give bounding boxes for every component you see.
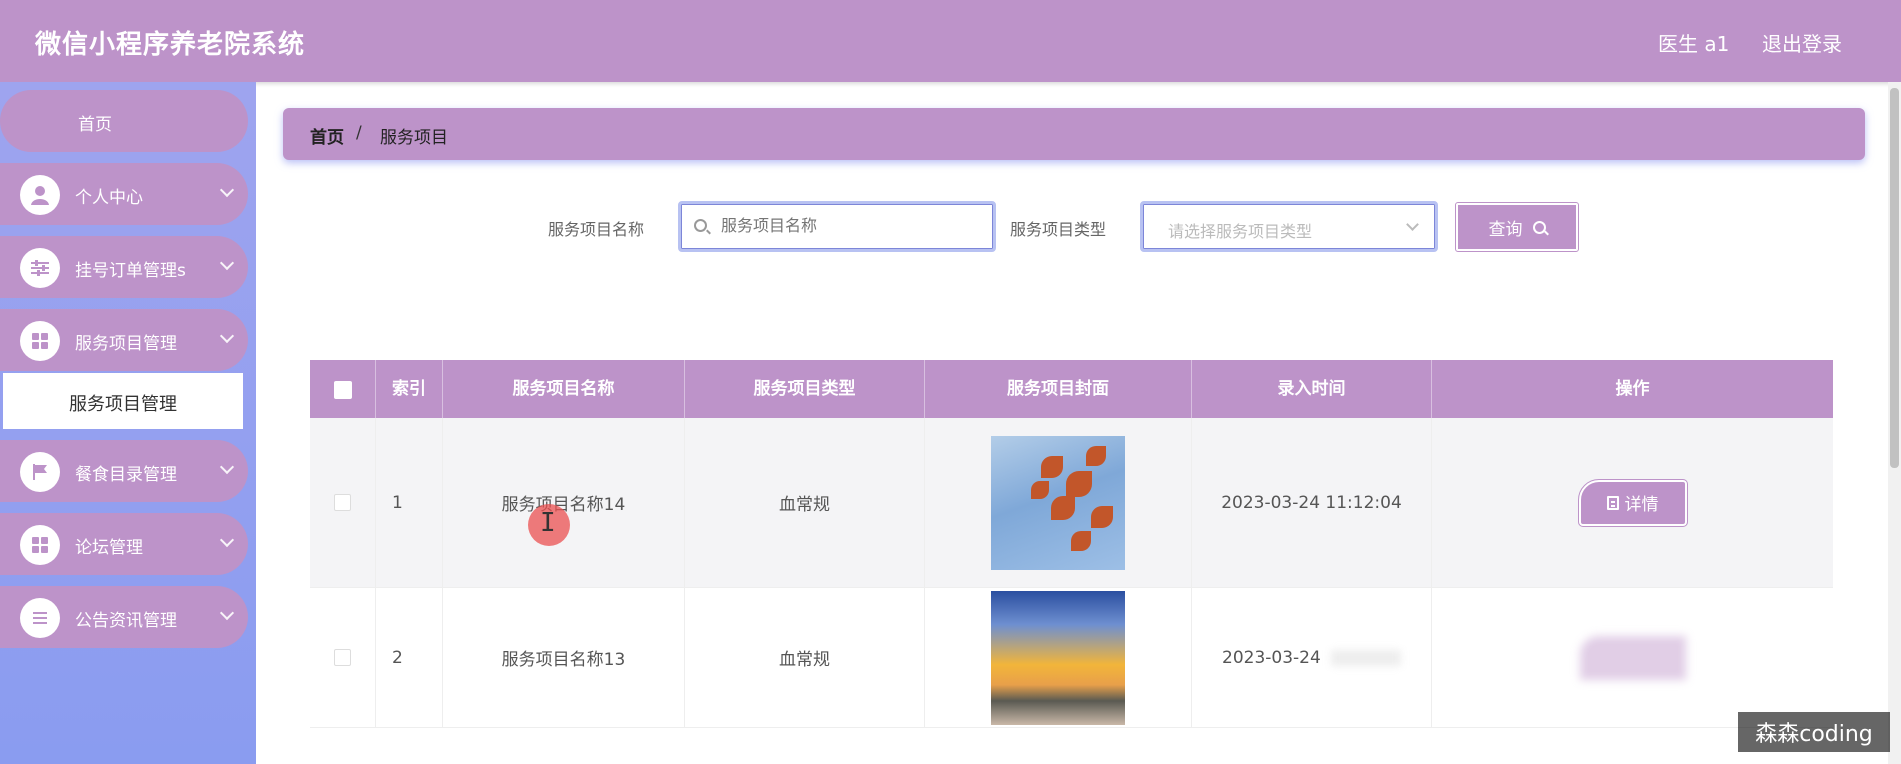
column-header: 操作	[1615, 379, 1650, 399]
cover-image-autumn-leaves	[991, 435, 1125, 570]
page-scrollbar[interactable]	[1888, 82, 1901, 764]
blurred-time-part	[1330, 649, 1401, 666]
flag-icon	[20, 452, 60, 492]
watermark: 森森coding	[1738, 712, 1890, 752]
text-cursor-icon: I	[540, 508, 556, 538]
name-cell: 服务项目名称14	[443, 418, 685, 587]
type-cell: 血常规	[685, 588, 925, 727]
sidebar-item-label: 论坛管理	[75, 538, 143, 558]
chevron-down-icon	[219, 255, 235, 271]
grid-icon	[20, 525, 60, 565]
search-icon	[1532, 220, 1546, 234]
type-cell: 血常规	[685, 418, 925, 587]
sidebar-item-forum[interactable]: 论坛管理	[0, 513, 248, 575]
breadcrumb-separator: /	[356, 123, 362, 143]
cover-cell	[925, 588, 1192, 727]
sidebar-item-registration-orders[interactable]: 挂号订单管理s	[0, 236, 248, 298]
sidebar-item-label: 服务项目管理	[75, 334, 177, 354]
row-check-cell	[310, 418, 376, 587]
table-header: 索引 服务项目名称 服务项目类型 服务项目封面 录入时间 操作	[310, 360, 1833, 418]
document-icon	[1606, 495, 1619, 510]
sidebar-item-personal-center[interactable]: 个人中心	[0, 163, 248, 225]
time-cell: 2023-03-24	[1192, 588, 1432, 727]
chevron-down-icon	[219, 328, 235, 344]
service-type-label: 服务项目类型	[1010, 220, 1107, 239]
search-icon	[694, 219, 707, 232]
current-user[interactable]: 医生 a1	[1658, 28, 1729, 57]
chevron-down-icon	[219, 459, 235, 475]
sliders-icon	[20, 248, 60, 288]
detail-button-label: 详情	[1624, 495, 1659, 515]
sidebar-item-meal-catalog[interactable]: 餐食目录管理	[0, 440, 248, 502]
detail-button[interactable]	[1577, 633, 1688, 682]
row-checkbox[interactable]	[334, 494, 351, 511]
sidebar-item-announcements[interactable]: 公告资讯管理	[0, 586, 248, 648]
list-icon	[20, 598, 60, 638]
row-check-cell	[310, 588, 376, 727]
sidebar-item-label: 挂号订单管理s	[75, 261, 186, 281]
table-row: 2 服务项目名称13 血常规 2023-03-24	[310, 588, 1833, 728]
scrollbar-thumb[interactable]	[1890, 88, 1899, 468]
time-cell: 2023-03-24 11:12:04	[1192, 418, 1432, 587]
user-icon	[20, 175, 60, 215]
breadcrumb-current: 服务项目	[380, 128, 448, 148]
service-name-input[interactable]	[721, 216, 981, 235]
cover-image-sunset-beach	[991, 590, 1125, 725]
column-header: 索引	[376, 360, 443, 418]
grid-icon	[20, 321, 60, 361]
service-name-label: 服务项目名称	[548, 220, 645, 239]
column-header: 服务项目类型	[685, 360, 925, 418]
table-row: 1 服务项目名称14 血常规 2023-03-24 11:12:04 详情	[310, 418, 1833, 588]
query-button[interactable]: 查询	[1455, 202, 1579, 252]
index-cell: 2	[376, 588, 443, 727]
time-text: 2023-03-24	[1222, 647, 1321, 668]
action-cell	[1432, 588, 1833, 727]
app-title: 微信小程序养老院系统	[35, 30, 306, 60]
select-all-cell	[310, 360, 376, 418]
top-header: 微信小程序养老院系统 医生 a1 退出登录	[0, 0, 1901, 82]
sidebar-item-label: 个人中心	[75, 188, 143, 208]
sidebar-item-label: 公告资讯管理	[75, 611, 177, 631]
action-cell: 详情	[1432, 418, 1833, 587]
sidebar-item-service-management[interactable]: 服务项目管理	[0, 309, 248, 371]
row-checkbox[interactable]	[334, 649, 351, 666]
service-type-placeholder: 请选择服务项目类型	[1168, 222, 1313, 241]
chevron-down-icon	[219, 532, 235, 548]
service-type-select[interactable]: 请选择服务项目类型	[1140, 201, 1438, 252]
detail-button[interactable]: 详情	[1577, 478, 1688, 527]
index-cell: 1	[376, 418, 443, 587]
chevron-down-icon	[219, 182, 235, 198]
breadcrumb-home[interactable]: 首页	[310, 123, 344, 148]
name-cell: 服务项目名称13	[443, 588, 685, 727]
select-all-checkbox[interactable]	[334, 381, 352, 399]
chevron-down-icon	[219, 605, 235, 621]
chevron-down-icon	[1406, 218, 1419, 231]
column-header: 录入时间	[1192, 360, 1432, 418]
column-header: 服务项目名称	[443, 360, 685, 418]
column-header: 服务项目封面	[925, 360, 1192, 418]
service-name-input-wrapper[interactable]	[678, 201, 996, 252]
cover-cell	[925, 418, 1192, 587]
sidebar-item-home[interactable]: 首页	[0, 90, 248, 152]
breadcrumb: 首页 / 服务项目	[283, 108, 1865, 160]
sidebar-subitem-service-management[interactable]: 服务项目管理	[3, 373, 243, 429]
logout-link[interactable]: 退出登录	[1762, 28, 1842, 57]
sidebar-item-label: 首页	[78, 115, 112, 135]
sidebar-subitem-label: 服务项目管理	[69, 394, 177, 415]
sidebar-item-label: 餐食目录管理	[75, 465, 177, 485]
query-button-label: 查询	[1488, 219, 1523, 240]
